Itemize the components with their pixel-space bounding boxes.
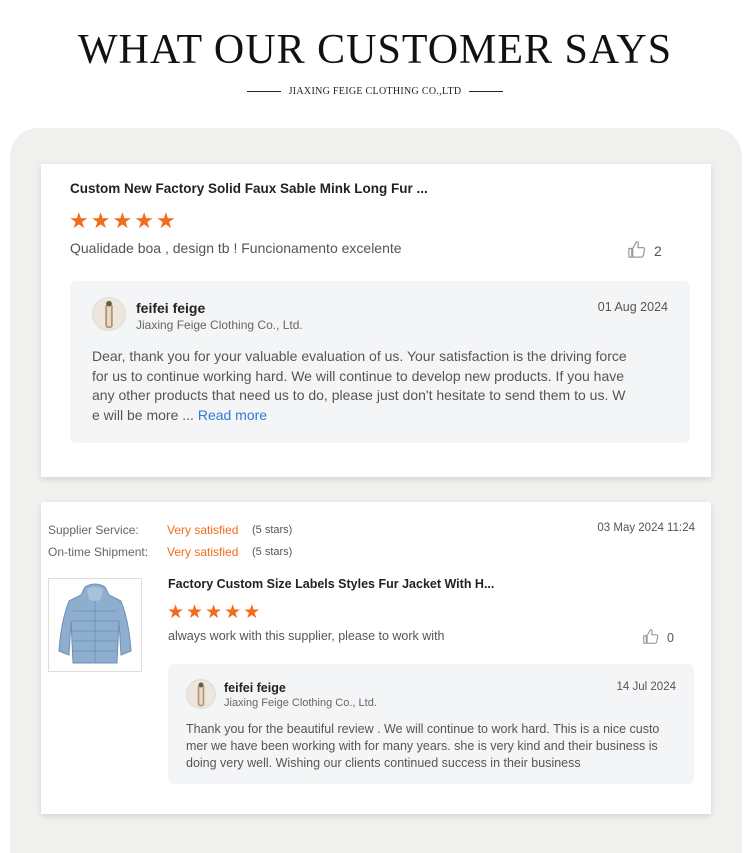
page-title: WHAT OUR CUSTOMER SAYS — [77, 27, 673, 73]
seller-reply: feifei feige Jiaxing Feige Clothing Co.,… — [70, 281, 690, 443]
star-icon: ★ — [186, 602, 204, 623]
reply-line: Thank you for the beautiful review . We … — [186, 722, 660, 736]
product-title[interactable]: Factory Custom Size Labels Styles Fur Ja… — [168, 577, 494, 591]
product-title[interactable]: Custom New Factory Solid Faux Sable Mink… — [70, 181, 428, 196]
subtitle-row: JIAXING FEIGE CLOTHING CO.,LTD — [0, 84, 750, 98]
reply-line: Dear, thank you for your valuable evalua… — [92, 348, 627, 364]
star-icon: ★ — [167, 602, 185, 623]
reply-author: feifei feige — [136, 300, 206, 316]
reply-date: 14 Jul 2024 — [616, 681, 676, 693]
star-icon: ★ — [112, 208, 133, 233]
like-button[interactable]: 0 — [642, 628, 674, 648]
reply-line: doing very well. Wishing our clients con… — [186, 756, 581, 770]
star-icon: ★ — [90, 208, 111, 233]
review-card-1: Custom New Factory Solid Faux Sable Mink… — [41, 164, 711, 477]
read-more-link[interactable]: Read more — [198, 407, 267, 423]
seller-reply: feifei feige Jiaxing Feige Clothing Co.,… — [168, 664, 694, 784]
review-date: 03 May 2024 11:24 — [597, 522, 695, 534]
product-thumbnail[interactable] — [48, 578, 142, 672]
supplier-service-label: Supplier Service: — [48, 523, 139, 537]
reply-line: for us to continue working hard. We will… — [92, 367, 625, 384]
shipment-stars: (5 stars) — [252, 546, 293, 558]
reply-date: 01 Aug 2024 — [597, 300, 668, 314]
star-icon: ★ — [69, 208, 89, 233]
company-subtitle: JIAXING FEIGE CLOTHING CO.,LTD — [288, 85, 462, 97]
reply-line: e will be more ... — [92, 406, 194, 423]
star-icon: ★ — [224, 602, 242, 623]
shipment-value: Very satisfied — [167, 545, 239, 559]
supplier-service-stars: (5 stars) — [252, 524, 293, 536]
avatar-icon — [186, 679, 216, 709]
star-icon: ★ — [155, 208, 176, 233]
review-text: Qualidade boa , design tb ! Funcionament… — [70, 240, 402, 256]
reply-text: Thank you for the beautiful review . We … — [186, 721, 686, 772]
star-icon: ★ — [205, 602, 223, 623]
reply-line: mer we have been working with for many y… — [186, 739, 658, 753]
reply-company: Jiaxing Feige Clothing Co., Ltd. — [136, 318, 303, 332]
thumbs-up-icon — [642, 628, 659, 648]
avatar-icon — [92, 297, 126, 331]
star-icon: ★ — [134, 208, 154, 233]
reply-company: Jiaxing Feige Clothing Co., Ltd. — [224, 697, 377, 709]
divider-left — [246, 90, 281, 92]
like-button[interactable]: 2 — [627, 240, 662, 262]
reply-author: feifei feige — [224, 681, 286, 695]
star-icon: ★ — [243, 602, 261, 623]
like-count: 0 — [667, 631, 674, 645]
shipment-label: On-time Shipment: — [48, 545, 149, 559]
reply-line: any other products that need us to do, p… — [92, 387, 626, 403]
like-count: 2 — [654, 243, 662, 259]
review-text: always work with this supplier, please t… — [168, 629, 445, 643]
review-card-2: Supplier Service: Very satisfied (5 star… — [41, 502, 711, 814]
divider-right — [469, 90, 504, 92]
rating-stars: ★ ★ ★ ★ ★ — [69, 210, 176, 232]
fur-jacket-image — [58, 583, 132, 664]
rating-stars: ★ ★ ★ ★ ★ — [167, 603, 260, 622]
thumbs-up-icon — [627, 240, 646, 262]
supplier-service-value: Very satisfied — [167, 523, 239, 537]
reply-text: Dear, thank you for your valuable evalua… — [92, 347, 682, 425]
